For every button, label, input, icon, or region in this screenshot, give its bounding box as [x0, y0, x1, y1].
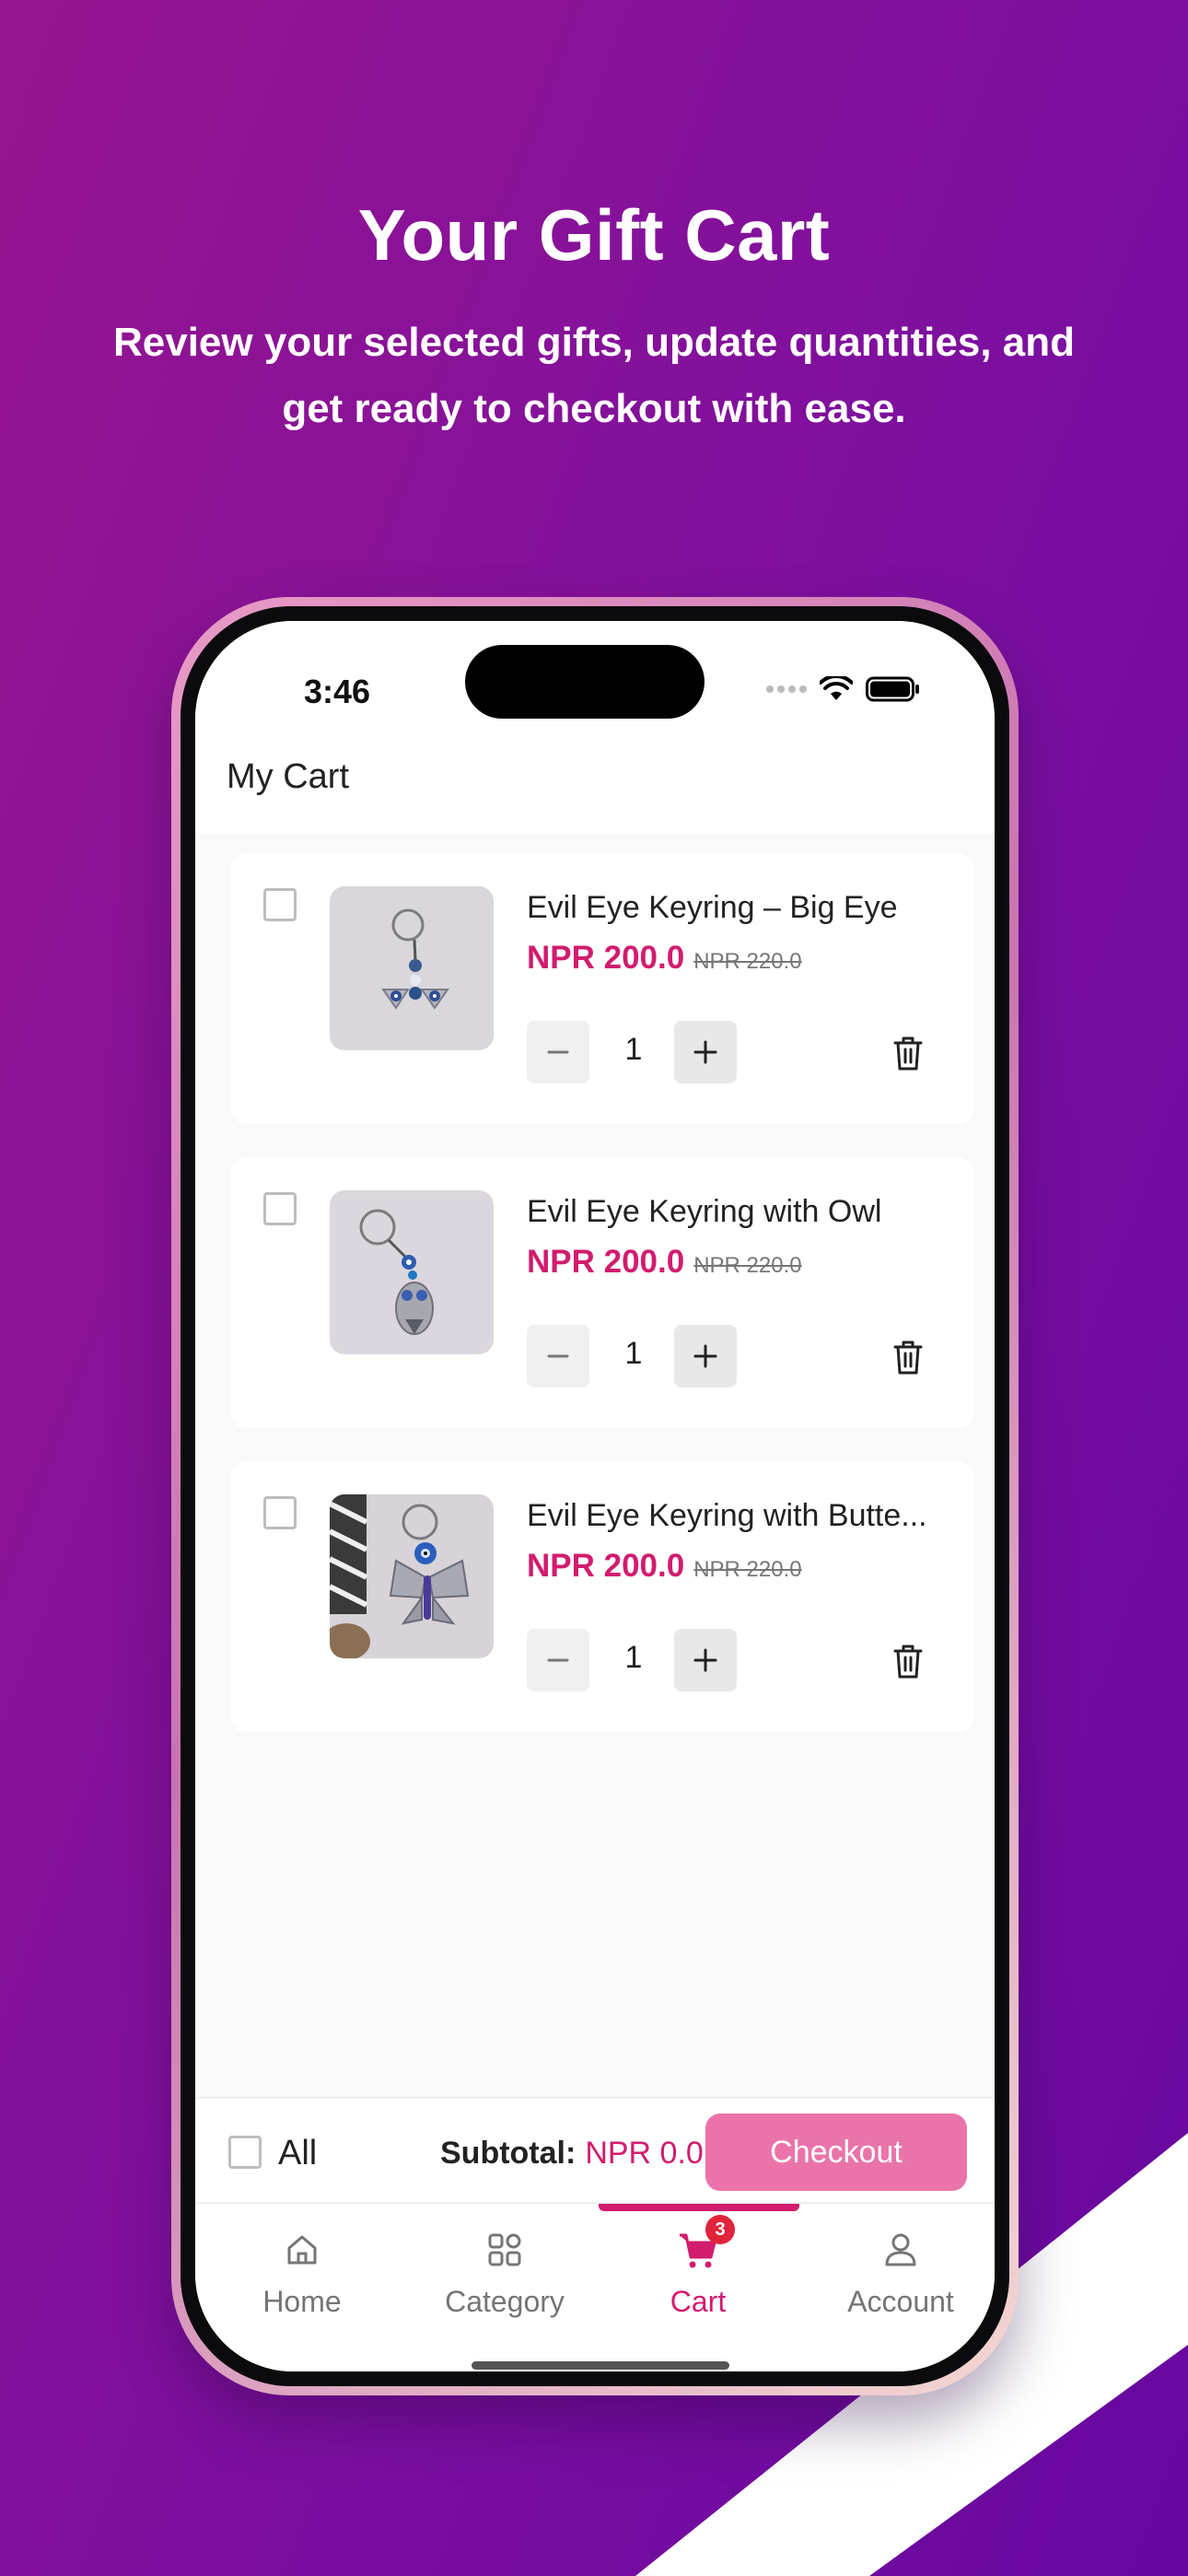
tab-cart[interactable]: 3 Cart	[597, 2215, 799, 2319]
cart-item: Evil Eye Keyring with Butte... NPR 200.0…	[230, 1461, 974, 1732]
item-name[interactable]: Evil Eye Keyring with Butte...	[527, 1498, 950, 1534]
item-checkbox[interactable]	[263, 888, 297, 921]
phone-bezel: 3:46 My Cart Evil Eye Keyring – Big Eye …	[181, 606, 1009, 2386]
minus-icon	[547, 1050, 569, 1054]
hero-subtitle: Review your selected gifts, update quant…	[112, 320, 1075, 431]
dynamic-island	[465, 645, 705, 719]
select-all-label[interactable]: All	[278, 2134, 317, 2173]
battery-icon	[866, 676, 919, 702]
trash-icon[interactable]	[890, 1642, 926, 1680]
phone-screen: 3:46 My Cart Evil Eye Keyring – Big Eye …	[195, 621, 995, 2371]
tab-account[interactable]: Account	[799, 2228, 995, 2319]
tab-label: Category	[445, 2285, 565, 2318]
increase-quantity-button[interactable]	[674, 1021, 737, 1083]
item-old-price: NPR 220.0	[693, 1557, 802, 1582]
cellular-dots-icon	[766, 685, 807, 693]
price-row: NPR 200.0 NPR 220.0	[527, 1548, 802, 1585]
cart-item: Evil Eye Keyring with Owl NPR 200.0 NPR …	[230, 1157, 974, 1428]
item-name[interactable]: Evil Eye Keyring – Big Eye	[527, 890, 950, 926]
trash-icon[interactable]	[890, 1338, 926, 1376]
price-row: NPR 200.0 NPR 220.0	[527, 940, 802, 977]
tab-home[interactable]: Home	[201, 2228, 403, 2319]
home-icon	[287, 2235, 317, 2265]
trash-icon[interactable]	[890, 1034, 926, 1072]
select-all-checkbox[interactable]	[228, 2136, 262, 2169]
subtotal-value: NPR 0.0	[585, 2136, 704, 2171]
item-old-price: NPR 220.0	[693, 949, 802, 974]
page-title: My Cart	[227, 757, 349, 796]
minus-icon	[547, 1354, 569, 1358]
item-price: NPR 200.0	[527, 940, 685, 976]
decrease-quantity-button[interactable]	[527, 1021, 589, 1083]
product-image[interactable]	[330, 1494, 494, 1658]
price-row: NPR 200.0 NPR 220.0	[527, 1244, 802, 1281]
plus-icon	[693, 1040, 717, 1064]
increase-quantity-button[interactable]	[674, 1629, 737, 1692]
subtotal-label: Subtotal:	[440, 2136, 577, 2171]
decrease-quantity-button[interactable]	[527, 1325, 589, 1388]
tab-label: Account	[847, 2285, 954, 2318]
cart-count-badge: 3	[705, 2215, 735, 2244]
item-price: NPR 200.0	[527, 1244, 685, 1280]
subtotal: Subtotal: NPR 0.0	[440, 2136, 704, 2172]
minus-icon	[547, 1658, 569, 1662]
item-checkbox[interactable]	[263, 1192, 297, 1225]
checkout-button[interactable]: Checkout	[705, 2113, 967, 2191]
tab-label: Cart	[670, 2285, 727, 2318]
status-icons	[766, 674, 921, 704]
grid-icon	[488, 2233, 521, 2266]
home-indicator[interactable]	[472, 2361, 729, 2370]
hero-title: Your Gift Cart	[357, 194, 831, 275]
plus-icon	[693, 1344, 717, 1368]
decrease-quantity-button[interactable]	[527, 1629, 589, 1692]
quantity-value: 1	[624, 1032, 643, 1067]
phone-frame: 3:46 My Cart Evil Eye Keyring – Big Eye …	[171, 597, 1019, 2395]
active-tab-indicator	[599, 2204, 799, 2211]
item-old-price: NPR 220.0	[693, 1253, 802, 1278]
wifi-icon	[820, 676, 853, 700]
item-name[interactable]: Evil Eye Keyring with Owl	[527, 1194, 950, 1230]
quantity-value: 1	[624, 1640, 643, 1675]
product-image[interactable]	[330, 1190, 494, 1354]
product-image[interactable]	[330, 886, 494, 1050]
increase-quantity-button[interactable]	[674, 1325, 737, 1388]
user-icon	[885, 2233, 916, 2266]
cart-item: Evil Eye Keyring – Big Eye NPR 200.0 NPR…	[230, 853, 974, 1124]
tab-label: Home	[262, 2285, 342, 2318]
plus-icon	[693, 1648, 717, 1672]
tab-category[interactable]: Category	[403, 2228, 606, 2319]
quantity-value: 1	[624, 1336, 643, 1371]
status-bar: 3:46	[195, 621, 995, 732]
item-checkbox[interactable]	[263, 1496, 297, 1529]
checkout-bar: All Subtotal: NPR 0.0 Checkout	[195, 2097, 995, 2202]
status-time: 3:46	[304, 673, 371, 710]
item-price: NPR 200.0	[527, 1548, 685, 1584]
app-header: My Cart	[195, 732, 995, 833]
bottom-tab-bar: Home Category 3 Cart Account	[195, 2202, 995, 2371]
